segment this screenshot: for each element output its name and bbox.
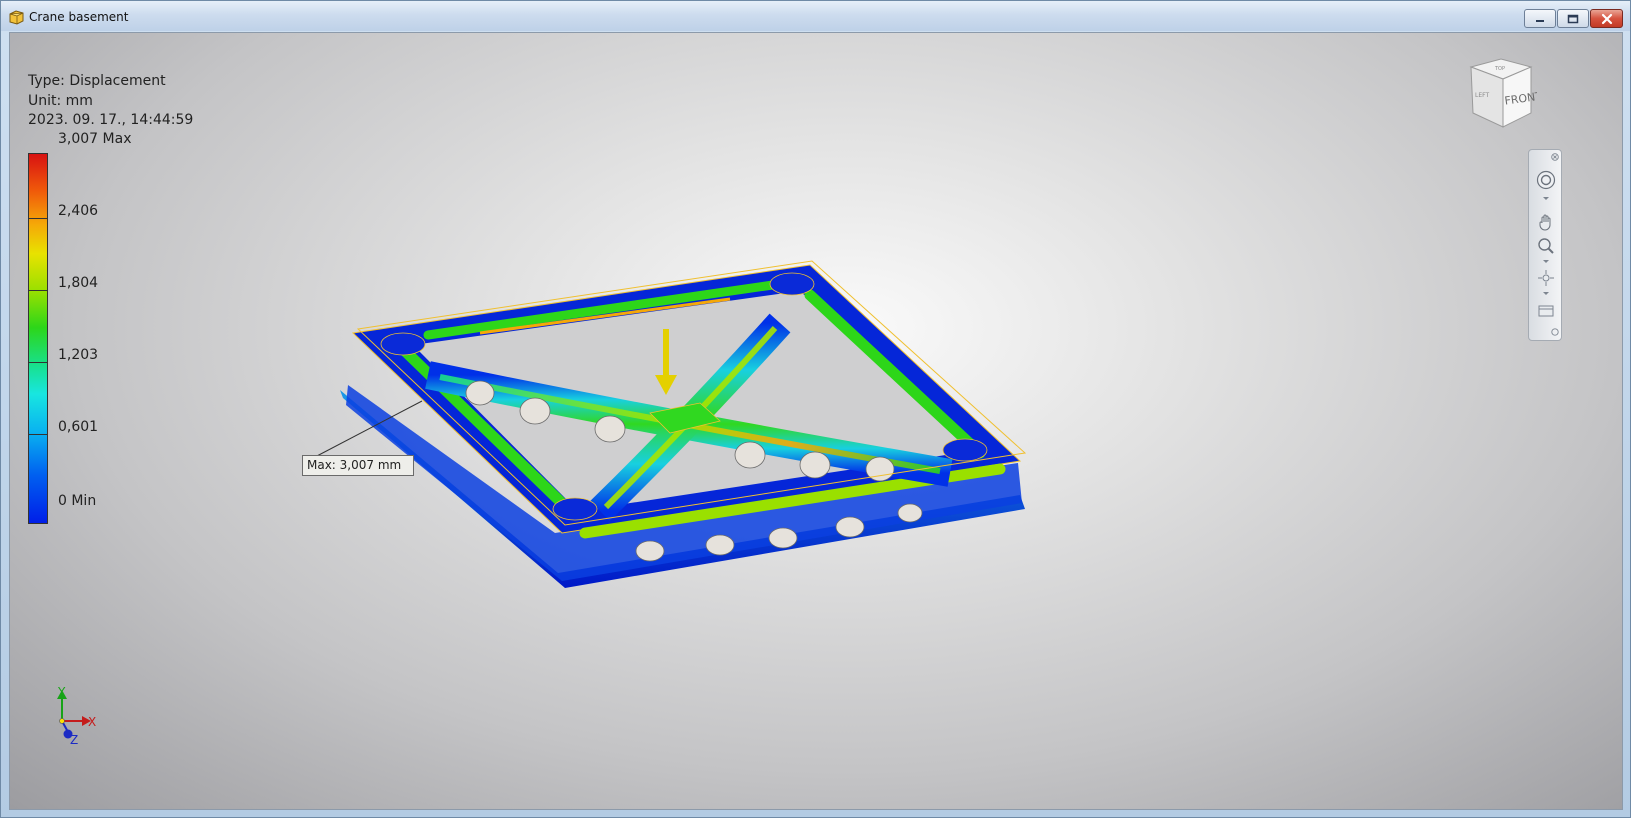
pan-icon[interactable] — [1536, 212, 1556, 232]
graphics-viewport[interactable]: Type: Displacement Unit: mm 2023. 09. 17… — [9, 32, 1623, 810]
zoom-icon[interactable] — [1536, 236, 1556, 256]
chevron-down-icon[interactable] — [1542, 291, 1550, 296]
axis-y-label: Y — [58, 685, 66, 699]
maximize-icon — [1567, 14, 1579, 23]
chevron-down-icon[interactable] — [1542, 259, 1550, 264]
fea-model[interactable] — [10, 33, 1623, 810]
application-window: Crane basement Type: Displacement Unit: … — [0, 0, 1631, 818]
close-icon[interactable] — [1551, 153, 1559, 161]
viewcube-left-label: LEFT — [1475, 92, 1489, 99]
axis-z-label: Z — [70, 733, 79, 747]
close-button[interactable] — [1590, 9, 1623, 28]
close-icon — [1601, 13, 1612, 24]
viewcube[interactable]: FRONT LEFT TOP — [1465, 55, 1537, 133]
window-title: Crane basement — [29, 10, 129, 24]
maximize-button[interactable] — [1557, 9, 1589, 28]
title-bar[interactable]: Crane basement — [1, 1, 1630, 31]
navigation-bar — [1528, 149, 1562, 341]
max-probe-callout[interactable]: Max: 3,007 mm — [302, 455, 414, 476]
part-cube-icon — [9, 10, 24, 25]
viewcube-top-label: TOP — [1494, 66, 1505, 72]
steering-wheel-icon[interactable] — [1536, 170, 1556, 190]
customize-icon[interactable] — [1551, 328, 1559, 336]
orbit-icon[interactable] — [1536, 268, 1556, 288]
look-at-icon[interactable] — [1536, 300, 1556, 320]
minimize-button[interactable] — [1524, 9, 1556, 28]
chevron-down-icon[interactable] — [1542, 196, 1550, 201]
axis-x-label: X — [88, 715, 97, 729]
minimize-icon — [1536, 19, 1544, 22]
